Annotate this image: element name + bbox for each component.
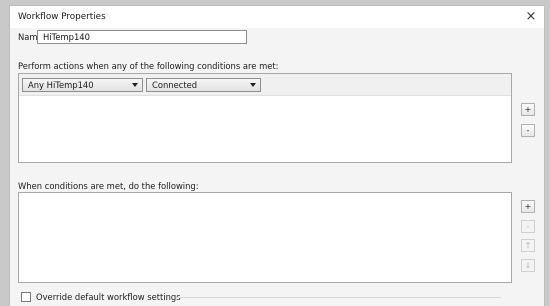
move-up-icon[interactable]: ↑ [521,239,535,252]
chevron-down-icon [132,83,138,87]
move-down-icon[interactable]: ↓ [521,259,535,272]
condition-row: Any HiTemp140 Connected [19,74,511,96]
state-dropdown[interactable]: Connected [146,78,261,92]
add-condition-button[interactable]: + [521,103,535,116]
state-dropdown-value: Connected [152,80,198,90]
actions-heading: When conditions are met, do the followin… [18,181,199,191]
title-bar: Workflow Properties × [10,6,544,28]
settings-divider [176,297,501,298]
add-action-button[interactable]: + [521,200,535,213]
dialog-title: Workflow Properties [18,12,106,22]
actions-list[interactable] [18,192,512,283]
name-input[interactable] [37,30,247,44]
close-icon[interactable]: × [523,9,539,25]
remove-condition-button[interactable]: - [521,124,535,137]
chevron-down-icon [250,83,256,87]
conditions-heading: Perform actions when any of the followin… [18,61,279,71]
device-dropdown-value: Any HiTemp140 [28,80,94,90]
conditions-list[interactable]: Any HiTemp140 Connected [18,73,512,163]
device-dropdown[interactable]: Any HiTemp140 [22,78,143,92]
remove-action-button[interactable]: - [521,220,535,233]
override-settings-label: Override default workflow settings [36,292,181,302]
override-settings-checkbox[interactable] [21,292,31,302]
